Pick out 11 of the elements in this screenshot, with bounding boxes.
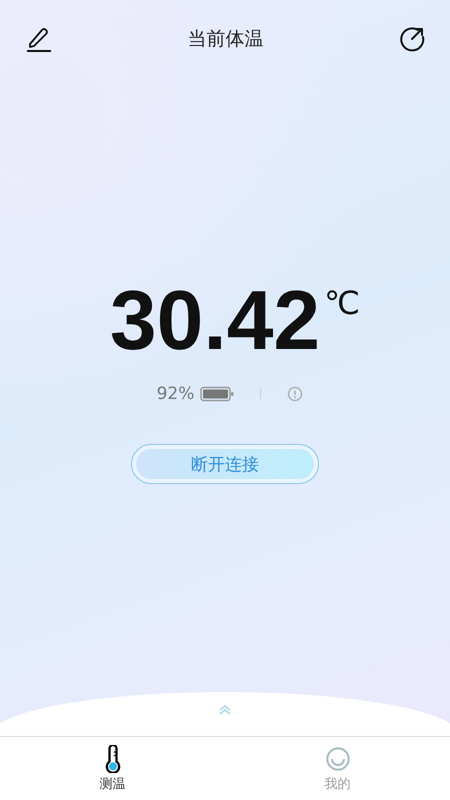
temperature-unit: ℃ [324,284,360,322]
battery-icon [200,386,234,402]
temperature-value: 30.42 [110,278,320,362]
edit-icon[interactable] [25,25,53,53]
page-title: 当前体温 [188,27,264,52]
refresh-icon[interactable] [398,25,426,53]
tab[interactable]: 我的 [225,737,450,800]
disconnect-button[interactable]: 断开连接 [131,444,319,484]
tab[interactable]: 测温 [0,737,225,800]
battery-percentage: 92% [156,384,194,404]
smiley-face-icon [324,745,350,773]
